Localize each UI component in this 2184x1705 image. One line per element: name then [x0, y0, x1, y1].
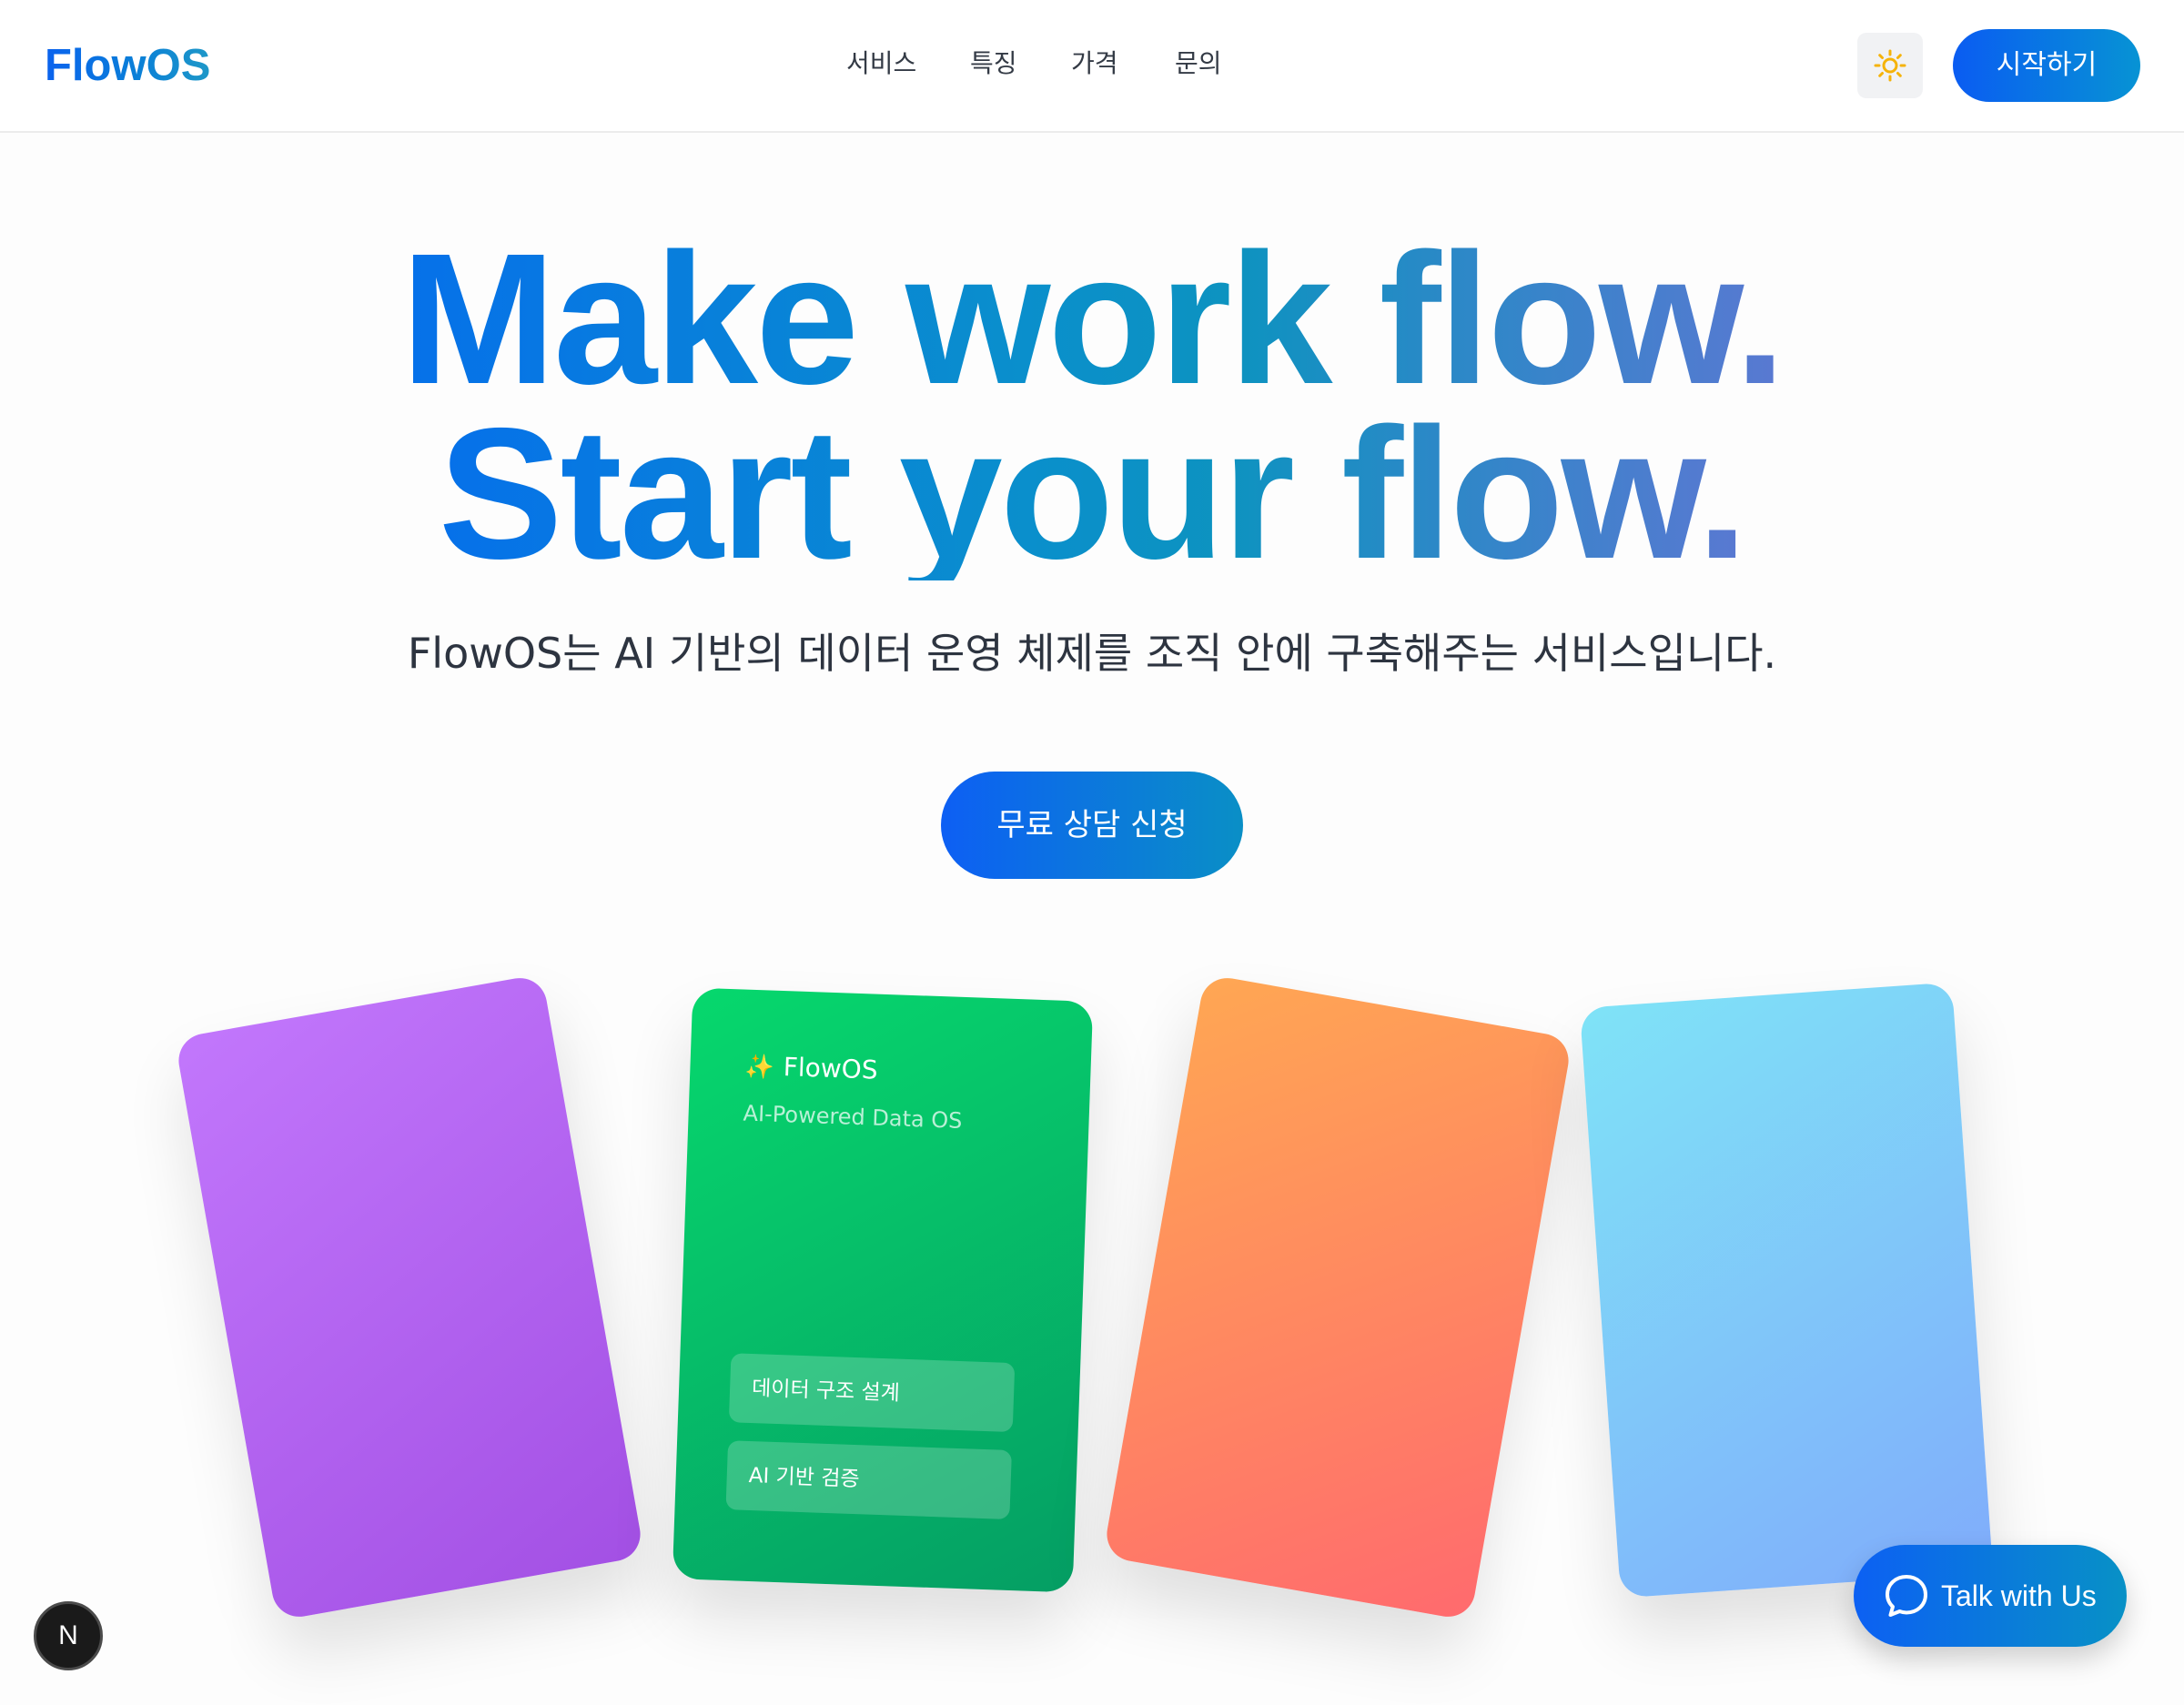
- sun-icon: [1874, 49, 1906, 82]
- nav-item-services[interactable]: 서비스: [846, 44, 916, 84]
- showcase-card-blue: [1579, 982, 1994, 1599]
- card-title: ✨ FlowOS: [744, 1050, 878, 1088]
- feature-chip-ai-validation: AI 기반 검증: [725, 1440, 1012, 1520]
- theme-toggle-button[interactable]: [1857, 33, 1923, 98]
- talk-with-us-label: Talk with Us: [1941, 1579, 2097, 1612]
- logo[interactable]: FlowOS: [45, 36, 210, 95]
- talk-with-us-button[interactable]: Talk with Us: [1854, 1545, 2127, 1647]
- chat-bubble-icon: [1886, 1575, 1927, 1617]
- hero-headline-line1: Make work flow.: [0, 226, 2184, 412]
- hero-subtitle: FlowOS는 AI 기반의 데이터 운영 체제를 조직 안에 구축해주는 서비…: [407, 629, 1777, 678]
- sparkles-icon: ✨: [743, 1053, 775, 1082]
- showcase-card-orange: [1102, 974, 1573, 1621]
- nav-item-features[interactable]: 특징: [970, 44, 1017, 84]
- showcase-card-purple: [174, 974, 645, 1621]
- start-button[interactable]: 시작하기: [1953, 29, 2140, 102]
- free-consult-button[interactable]: 무료 상담 신청: [941, 772, 1243, 879]
- card-title-text: FlowOS: [783, 1052, 879, 1085]
- top-navbar: FlowOS 서비스 특징 가격 문의 시작하기: [0, 0, 2184, 133]
- hero-headline-line2: Start your flow.: [0, 400, 2184, 587]
- showcase-card-green: ✨ FlowOS AI-Powered Data OS 데이터 구조 설계 AI …: [672, 987, 1094, 1593]
- nav-item-contact[interactable]: 문의: [1175, 44, 1222, 84]
- hero-line2-text: Start your flow.: [430, 400, 1754, 587]
- nav-item-pricing[interactable]: 가격: [1071, 44, 1118, 84]
- feature-chip-data-structure: 데이터 구조 설계: [728, 1353, 1016, 1433]
- card-subtitle: AI-Powered Data OS: [743, 1100, 963, 1134]
- next-dev-badge[interactable]: N: [34, 1601, 103, 1670]
- hero-line1-text: Make work flow.: [391, 226, 1792, 412]
